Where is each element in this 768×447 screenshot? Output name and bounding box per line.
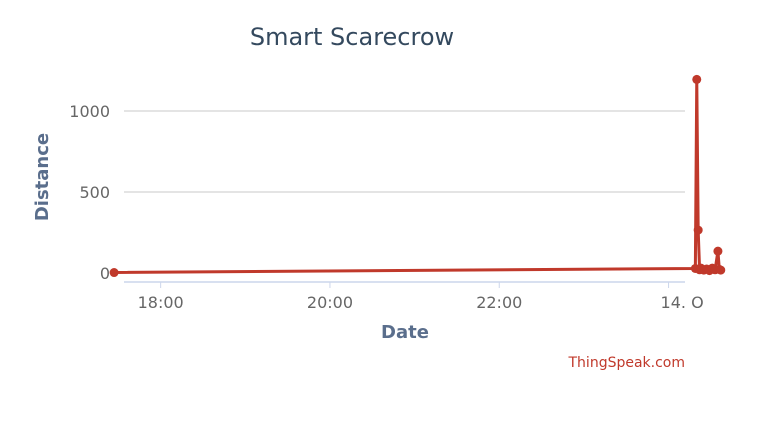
data-point[interactable] bbox=[716, 265, 726, 275]
data-point[interactable] bbox=[692, 74, 702, 84]
y-axis-title: Distance bbox=[32, 133, 53, 221]
chart-title: Smart Scarecrow bbox=[250, 23, 454, 51]
x-tick-label: 22:00 bbox=[476, 293, 522, 312]
line-chart: Smart Scarecrow 0 500 1000 18:00 20:00 22:00… bbox=[32, 23, 726, 371]
data-point[interactable] bbox=[109, 268, 119, 278]
y-tick-label: 500 bbox=[79, 183, 110, 202]
data-point[interactable] bbox=[693, 225, 703, 235]
gridlines bbox=[124, 110, 685, 193]
y-tick-label: 0 bbox=[100, 264, 110, 283]
x-axis-tick-labels: 18:00 20:00 22:00 14. O bbox=[138, 282, 704, 312]
series-distance bbox=[109, 74, 726, 278]
x-axis-title: Date bbox=[381, 322, 429, 343]
x-tick-label: 20:00 bbox=[307, 293, 353, 312]
y-tick-label: 1000 bbox=[69, 102, 110, 121]
y-axis-tick-labels: 0 500 1000 bbox=[69, 102, 110, 283]
x-tick-label: 18:00 bbox=[138, 293, 184, 312]
x-tick-label: 14. O bbox=[661, 293, 704, 312]
data-point[interactable] bbox=[713, 246, 723, 256]
credit-link[interactable]: ThingSpeak.com bbox=[568, 355, 686, 371]
series-line bbox=[114, 77, 722, 275]
